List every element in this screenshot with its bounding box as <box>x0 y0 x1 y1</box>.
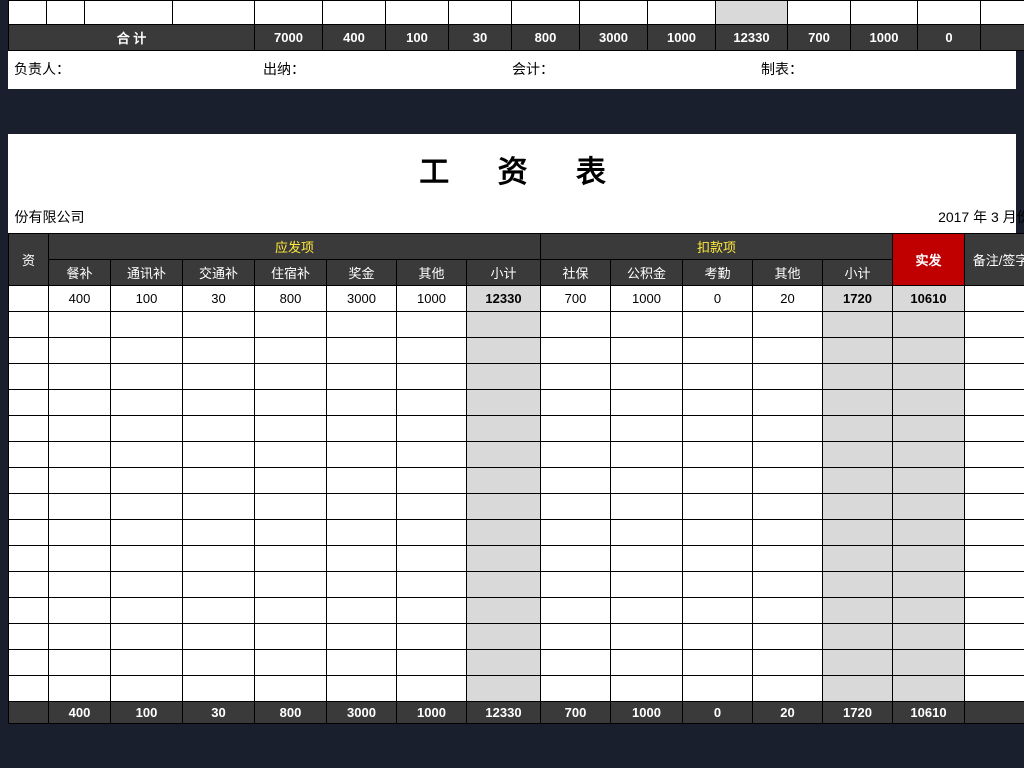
sheet-title: 工 资 表 <box>9 134 1024 204</box>
title-row: 工 资 表 <box>9 134 1024 204</box>
total-val-2: 100 <box>386 25 449 51</box>
col-housing: 住宿补 <box>255 260 327 286</box>
col-transport: 交通补 <box>183 260 255 286</box>
company-name: 份有限公司 <box>9 204 541 234</box>
total-val-4: 800 <box>512 25 580 51</box>
col-salary: 资 <box>9 234 49 286</box>
signature-line: 负责人： 出纳： 会计： 制表： <box>8 51 1016 89</box>
data-row-empty <box>9 598 1024 624</box>
data-row-empty <box>9 572 1024 598</box>
empty-row <box>9 1 1024 25</box>
data-row-empty <box>9 468 1024 494</box>
upper-table-fragment: 合 计 7000 400 100 30 800 3000 1000 12330 … <box>8 0 1016 89</box>
col-subtotal2: 小计 <box>823 260 893 286</box>
signer-d: 制表： <box>761 59 1010 79</box>
signer-a: 负责人： <box>14 59 263 79</box>
data-row-empty <box>9 338 1024 364</box>
data-row-empty <box>9 494 1024 520</box>
group-deduction: 扣款项 <box>541 234 893 260</box>
col-remark: 备注/签字 <box>965 234 1024 286</box>
data-row-empty <box>9 546 1024 572</box>
col-ssec: 社保 <box>541 260 611 286</box>
totals-row-bottom: 400 100 30 800 3000 1000 12330 700 1000 … <box>9 702 1024 724</box>
salary-sheet: 工 资 表 份有限公司 2017 年 3 月份 资 应发项 扣款项 实发 备注/… <box>8 134 1016 724</box>
col-other2: 其他 <box>753 260 823 286</box>
total-val-5: 3000 <box>580 25 648 51</box>
data-row-empty <box>9 442 1024 468</box>
data-row-empty <box>9 364 1024 390</box>
total-val-9: 1000 <box>851 25 918 51</box>
total-label: 合 计 <box>9 25 255 51</box>
data-row-1: 400 100 30 800 3000 1000 12330 700 1000 … <box>9 286 1024 312</box>
total-val-0: 7000 <box>255 25 323 51</box>
total-val-8: 700 <box>788 25 851 51</box>
signer-c: 会计： <box>512 59 761 79</box>
data-row-empty <box>9 520 1024 546</box>
data-row-empty <box>9 416 1024 442</box>
data-row-empty <box>9 312 1024 338</box>
total-val-6: 1000 <box>648 25 716 51</box>
total-val-10: 0 <box>918 25 981 51</box>
data-row-empty <box>9 676 1024 702</box>
col-actual: 实发 <box>893 234 965 286</box>
header-row-2: 餐补 通讯补 交通补 住宿补 奖金 其他 小计 社保 公积金 考勤 其他 小计 <box>9 260 1024 286</box>
period-label: 2017 年 3 月份 <box>541 204 1024 234</box>
meta-row: 份有限公司 2017 年 3 月份 <box>9 204 1024 234</box>
data-row-empty <box>9 650 1024 676</box>
totals-row: 合 计 7000 400 100 30 800 3000 1000 12330 … <box>9 25 1024 51</box>
col-meal: 餐补 <box>49 260 111 286</box>
col-subtotal1: 小计 <box>467 260 541 286</box>
total-val-7: 12330 <box>716 25 788 51</box>
total-val-1: 400 <box>323 25 386 51</box>
total-val-3: 30 <box>449 25 512 51</box>
col-bonus: 奖金 <box>327 260 397 286</box>
group-payable: 应发项 <box>49 234 541 260</box>
col-attend: 考勤 <box>683 260 753 286</box>
col-other1: 其他 <box>397 260 467 286</box>
col-comm: 通讯补 <box>111 260 183 286</box>
header-row-1: 资 应发项 扣款项 实发 备注/签字 <box>9 234 1024 260</box>
data-row-empty <box>9 624 1024 650</box>
signer-b: 出纳： <box>263 59 512 79</box>
data-row-empty <box>9 390 1024 416</box>
col-fund: 公积金 <box>611 260 683 286</box>
